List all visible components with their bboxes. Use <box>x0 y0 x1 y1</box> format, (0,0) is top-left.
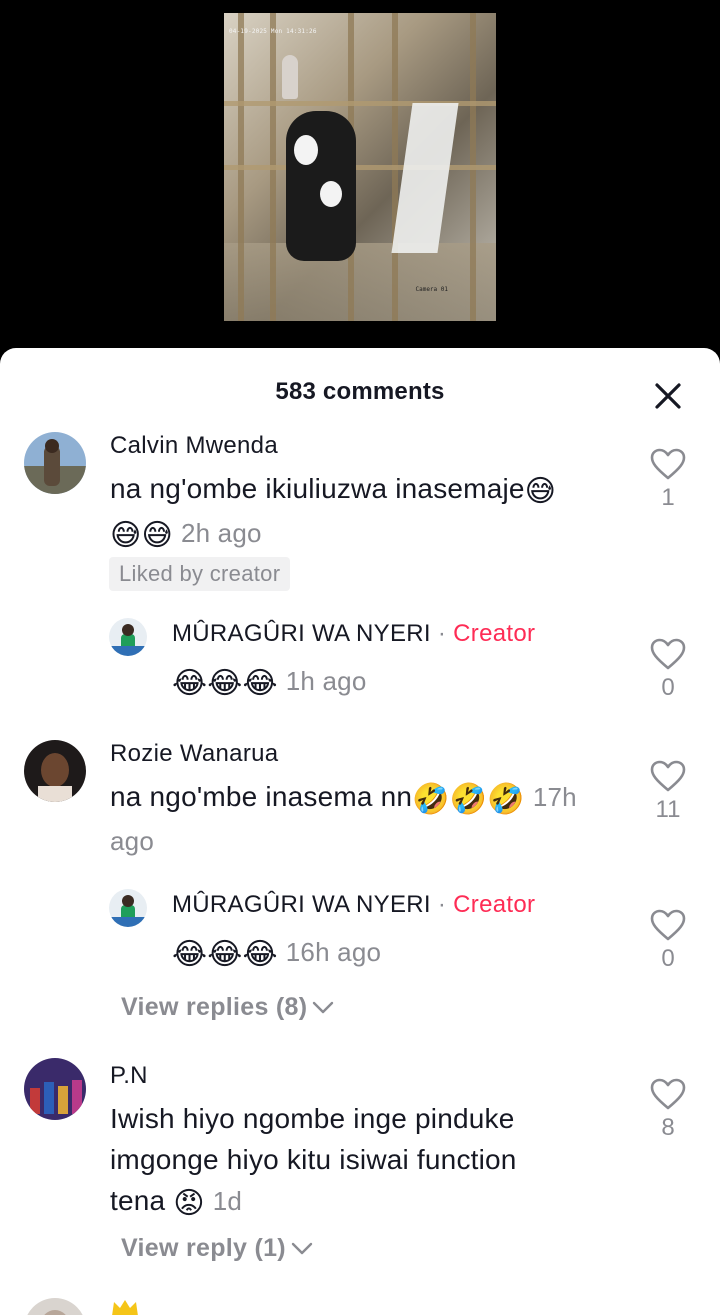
comment-username[interactable]: P.N <box>110 1062 148 1090</box>
cow-figure <box>286 111 356 261</box>
stall-rail <box>224 165 496 170</box>
avatar[interactable] <box>109 889 147 927</box>
comment-time-cont: ago <box>110 826 154 856</box>
avatar[interactable] <box>24 1058 86 1120</box>
angry-emoji: 😡 <box>173 1186 205 1221</box>
heart-icon <box>650 909 686 941</box>
view-replies-label: View reply (1) <box>121 1234 286 1262</box>
like-button[interactable]: 0 <box>648 638 688 702</box>
comments-sheet: 583 comments Calvin Mwenda na ng'ombe ik… <box>0 348 720 1315</box>
heart-icon <box>650 760 686 792</box>
comment-body: na ngo'mbe inasema nn <box>110 781 413 812</box>
heart-icon <box>650 448 686 480</box>
comment-username[interactable]: Calvin Mwenda <box>110 432 278 460</box>
video-player[interactable]: 04-19-2025 Mon 14:31:26 Camera 01 <box>0 0 720 360</box>
view-replies-label: View replies (8) <box>121 993 308 1021</box>
heart-icon <box>650 1078 686 1110</box>
comments-count: 583 comments <box>275 378 445 405</box>
comment-time: 1h ago <box>285 666 367 696</box>
comment-text: na ng'ombe ikiuliuzwa inasemaje😅 😅😅 2h a… <box>110 468 630 556</box>
like-count: 8 <box>661 1114 675 1141</box>
creator-tag: Creator <box>453 891 536 918</box>
liked-by-creator-badge: Liked by creator <box>109 557 291 591</box>
heart-icon <box>650 638 686 670</box>
comment-body: tena <box>110 1185 166 1216</box>
close-icon <box>655 383 681 409</box>
comment-body: na ng'ombe ikiuliuzwa inasemaje <box>110 473 525 504</box>
sheet-header: 583 comments <box>0 348 720 440</box>
view-replies-button[interactable]: View reply (1) <box>121 1234 314 1264</box>
reply-username[interactable]: MÛRAGÛRI WA NYERI <box>172 891 431 918</box>
comment-username[interactable]: MÛRAGÛRI WA NYERI · Creator <box>172 620 535 648</box>
like-button[interactable]: 8 <box>648 1078 688 1142</box>
comment-time: 17h <box>532 782 577 812</box>
like-button[interactable]: 1 <box>648 448 688 512</box>
comment-time: 2h ago <box>180 518 262 548</box>
camera-label: Camera 01 <box>415 286 448 293</box>
comment-username[interactable]: Rozie Wanarua <box>110 740 278 768</box>
comment-username[interactable]: MÛRAGÛRI WA NYERI · Creator <box>172 891 535 919</box>
like-button[interactable]: 0 <box>648 909 688 973</box>
video-timestamp: 04-19-2025 Mon 14:31:26 <box>229 28 317 35</box>
comment-text: na ngo'mbe inasema nn🤣🤣🤣 17h ago <box>110 776 630 862</box>
like-count: 11 <box>655 796 681 823</box>
video-frame[interactable]: 04-19-2025 Mon 14:31:26 Camera 01 <box>224 13 496 321</box>
emoji: 🤣🤣🤣 <box>412 782 525 817</box>
avatar[interactable] <box>24 740 86 802</box>
crown-emoji <box>110 1298 140 1315</box>
close-button[interactable] <box>652 380 684 412</box>
reply-username[interactable]: MÛRAGÛRI WA NYERI <box>172 620 431 647</box>
emoji: 😂😂😂 <box>172 666 278 701</box>
like-count: 1 <box>661 484 675 511</box>
view-replies-button[interactable]: View replies (8) <box>121 993 335 1023</box>
comment-text: 😂😂😂 16h ago <box>172 931 381 975</box>
avatar[interactable] <box>24 432 86 494</box>
comment-body: Iwish hiyo ngombe inge pinduke <box>110 1103 515 1134</box>
emoji: 😂😂😂 <box>172 937 278 972</box>
creator-tag: Creator <box>453 620 536 647</box>
comment-text: 😂😂😂 1h ago <box>172 660 366 704</box>
avatar[interactable] <box>109 618 147 656</box>
emoji: 😅😅 <box>110 518 173 553</box>
like-count: 0 <box>661 674 675 701</box>
person-figure <box>282 55 298 99</box>
barn-floor <box>224 243 496 321</box>
avatar[interactable] <box>24 1298 86 1315</box>
chevron-down-icon <box>290 1235 314 1264</box>
like-count: 0 <box>661 945 675 972</box>
chevron-down-icon <box>311 994 335 1023</box>
comment-time: 1d <box>212 1186 243 1216</box>
feed-trough <box>391 103 459 253</box>
like-button[interactable]: 11 <box>648 760 688 824</box>
separator-dot: · <box>437 620 447 647</box>
emoji: 😅 <box>524 474 557 509</box>
separator-dot: · <box>437 891 447 918</box>
comment-text: Iwish hiyo ngombe inge pinduke imgonge h… <box>110 1098 630 1224</box>
comment-body: imgonge hiyo kitu isiwai function <box>110 1144 517 1175</box>
comment-time: 16h ago <box>285 937 382 967</box>
